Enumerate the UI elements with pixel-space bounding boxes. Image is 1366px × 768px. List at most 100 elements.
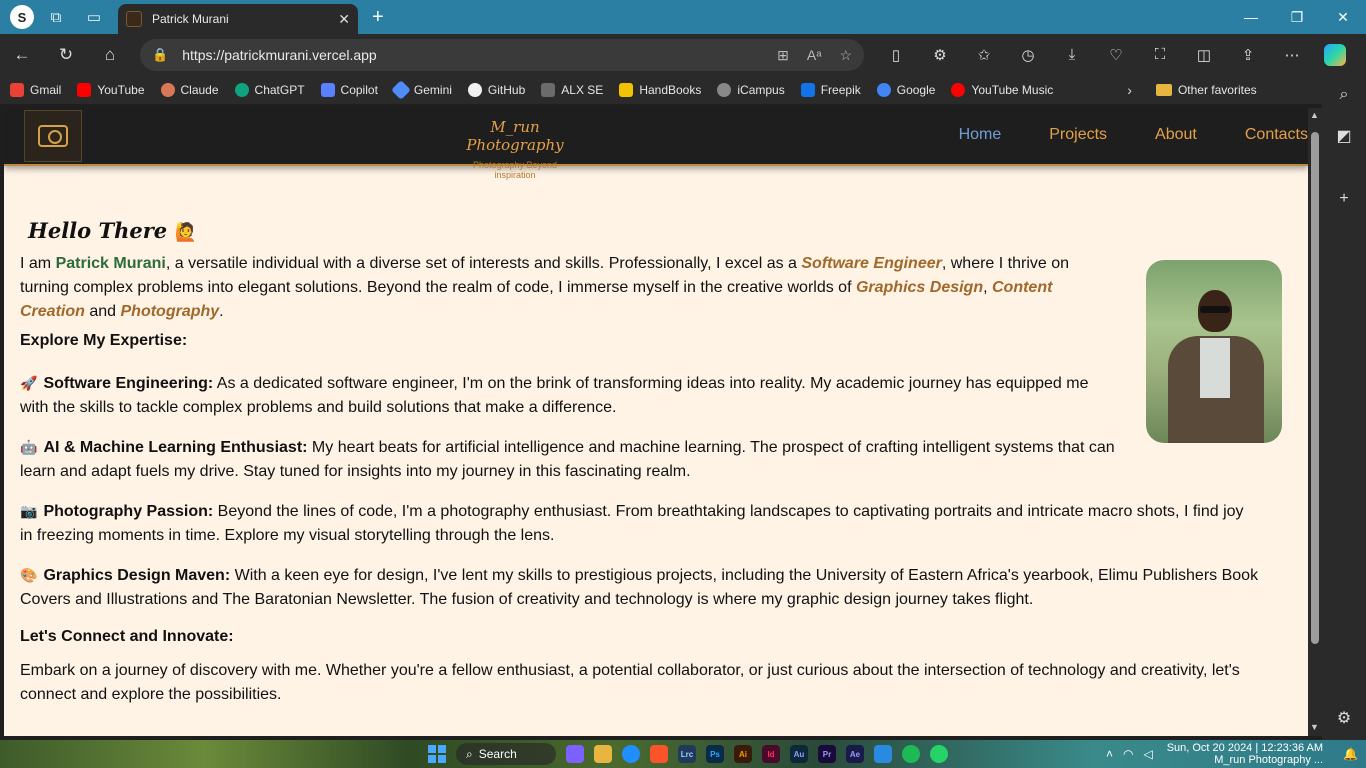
read-aloud-icon[interactable]: Aᵃ [807, 47, 822, 63]
after-effects-icon[interactable]: Ae [846, 745, 864, 763]
minimize-button[interactable]: — [1228, 9, 1274, 26]
connect-heading: Let's Connect and Innovate: [20, 628, 234, 645]
sidebar-settings-icon[interactable]: ⚙ [1322, 708, 1366, 728]
address-bar[interactable]: 🔒 https://patrickmurani.vercel.app ⊞ Aᵃ … [140, 39, 864, 71]
share-icon[interactable]: ⇪ [1226, 46, 1270, 64]
expertise-heading: Explore My Expertise: [20, 332, 188, 349]
nav-contacts[interactable]: Contacts [1245, 126, 1308, 144]
file-explorer-icon[interactable] [594, 745, 612, 763]
favorite-copilot[interactable]: Copilot [320, 83, 378, 97]
url-text[interactable]: https://patrickmurani.vercel.app [182, 47, 759, 63]
favorite-youtube[interactable]: YouTube [77, 83, 145, 97]
favorite-claude[interactable]: Claude [160, 83, 219, 97]
favorite-freepik[interactable]: Freepik [800, 83, 861, 97]
extensions-icon[interactable]: ⚙ [918, 46, 962, 64]
favorite-gmail[interactable]: Gmail [10, 83, 61, 97]
skill-graphics-design: Graphics Design [855, 279, 984, 296]
nav-home[interactable]: Home [959, 126, 1002, 144]
page-viewport: M_run Photography Photography Beyond ins… [4, 108, 1308, 736]
indesign-icon[interactable]: Id [762, 745, 780, 763]
expertise-item-photography: 📷 Photography Passion: Beyond the lines o… [20, 503, 1244, 544]
favorite-chatgpt[interactable]: ChatGPT [234, 83, 305, 97]
intro-paragraph: I am Patrick Murani, a versatile individ… [20, 255, 1070, 320]
whatsapp-icon[interactable] [930, 745, 948, 763]
close-window-button[interactable]: ✕ [1320, 9, 1366, 26]
favorite-youtube-music[interactable]: YouTube Music [951, 83, 1053, 97]
connect-paragraph: Embark on a journey of discovery with me… [20, 662, 1240, 703]
split-screen-icon[interactable]: ◫ [1182, 46, 1226, 64]
site-header: M_run Photography Photography Beyond ins… [4, 108, 1308, 180]
edge-icon[interactable] [622, 745, 640, 763]
favorite-gemini[interactable]: Gemini [391, 80, 452, 100]
taskbar-search[interactable]: ⌕ Search [456, 743, 556, 765]
refresh-button[interactable]: ↻ [44, 45, 88, 65]
favorite-github[interactable]: GitHub [467, 83, 525, 97]
back-button[interactable]: ← [0, 45, 44, 65]
camera-logo-icon [38, 125, 68, 147]
scroll-thumb[interactable] [1311, 132, 1319, 644]
downloads-icon[interactable]: ⤓ [1050, 46, 1094, 64]
tab-active[interactable]: Patrick Murani ✕ [118, 4, 358, 34]
favorite-handbooks[interactable]: HandBooks [619, 83, 701, 97]
google-icon [876, 83, 891, 97]
favorite-star-icon[interactable]: ☆ [839, 47, 852, 64]
scroll-down-icon[interactable]: ▼ [1310, 722, 1319, 732]
edge-sidebar: ⌕ ◩ + ⚙ [1322, 76, 1366, 740]
sidebar-add-icon[interactable]: + [1322, 190, 1366, 208]
favorite-google[interactable]: Google [876, 83, 935, 97]
tab-actions-icon[interactable]: ▭ [78, 2, 110, 32]
home-button[interactable]: ⌂ [88, 45, 132, 65]
copilot-app-icon[interactable] [566, 745, 584, 763]
other-favorites-folder[interactable]: Other favorites [1155, 83, 1257, 97]
app-available-icon[interactable]: ⊞ [777, 47, 789, 64]
vscode-icon[interactable] [874, 745, 892, 763]
favorite-alx[interactable]: ALX SE [541, 83, 603, 97]
robot-icon: 🤖 [20, 439, 38, 455]
illustrator-icon[interactable]: Ai [734, 745, 752, 763]
skill-software-engineer: Software Engineer [801, 255, 942, 272]
tray-overflow-icon[interactable]: ˄ [1106, 747, 1113, 761]
notifications-bell-icon[interactable]: 🔔 [1343, 747, 1358, 761]
copilot-icon[interactable] [1324, 44, 1346, 66]
brand-tagline: Photography Beyond inspiration [472, 160, 558, 180]
new-tab-button[interactable]: + [372, 6, 384, 29]
hello-heading: Hello There 🙋 [28, 218, 197, 243]
history-icon[interactable]: ◷ [1006, 46, 1050, 64]
nav-about[interactable]: About [1155, 126, 1197, 144]
start-button[interactable] [428, 745, 446, 763]
photoshop-icon[interactable]: Ps [706, 745, 724, 763]
copilot-fav-icon [320, 83, 335, 97]
expertise-item-graphics: 🎨 Graphics Design Maven: With a keen eye … [20, 567, 1259, 608]
audition-icon[interactable]: Au [790, 745, 808, 763]
sidebar-search-icon[interactable]: ⌕ [1322, 86, 1366, 104]
profile-photo [1146, 260, 1282, 443]
spotify-icon[interactable] [902, 745, 920, 763]
maximize-button[interactable]: ❐ [1274, 9, 1320, 26]
more-menu-icon[interactable]: ⋯ [1270, 46, 1314, 64]
brave-icon[interactable] [650, 745, 668, 763]
favorites-icon[interactable]: ✩ [962, 46, 1006, 64]
page-scrollbar[interactable]: ▲ ▼ [1308, 108, 1322, 736]
sidebar-app-icon[interactable]: ◩ [1322, 126, 1366, 146]
site-logo[interactable] [24, 110, 82, 162]
author-name: Patrick Murani [55, 255, 166, 272]
office-icon[interactable]: ▯ [874, 46, 918, 64]
clock[interactable]: Sun, Oct 20 2024 | 12:23:36 AM M_run Pho… [1167, 742, 1323, 766]
scroll-up-icon[interactable]: ▲ [1310, 110, 1319, 120]
favorite-icampus[interactable]: iCampus [717, 83, 785, 97]
profile-avatar[interactable]: S [10, 5, 34, 29]
favorites-overflow-chevron-icon[interactable]: › [1127, 82, 1132, 98]
volume-icon[interactable]: ◁ [1143, 747, 1152, 761]
nav-projects[interactable]: Projects [1049, 126, 1107, 144]
alx-icon [541, 83, 556, 97]
lock-icon[interactable]: 🔒 [152, 47, 168, 63]
wifi-icon[interactable]: ◠ [1123, 747, 1133, 761]
window-controls: — ❐ ✕ [1228, 9, 1366, 26]
lightroom-classic-icon[interactable]: Lrc [678, 745, 696, 763]
camera-icon: 📷 [20, 503, 38, 519]
workspaces-icon[interactable]: ⧉ [40, 2, 72, 32]
browser-essentials-icon[interactable]: ♡ [1094, 46, 1138, 64]
premiere-icon[interactable]: Pr [818, 745, 836, 763]
screenshot-icon[interactable]: ⛶ [1138, 46, 1182, 64]
tab-close-icon[interactable]: ✕ [338, 11, 350, 28]
